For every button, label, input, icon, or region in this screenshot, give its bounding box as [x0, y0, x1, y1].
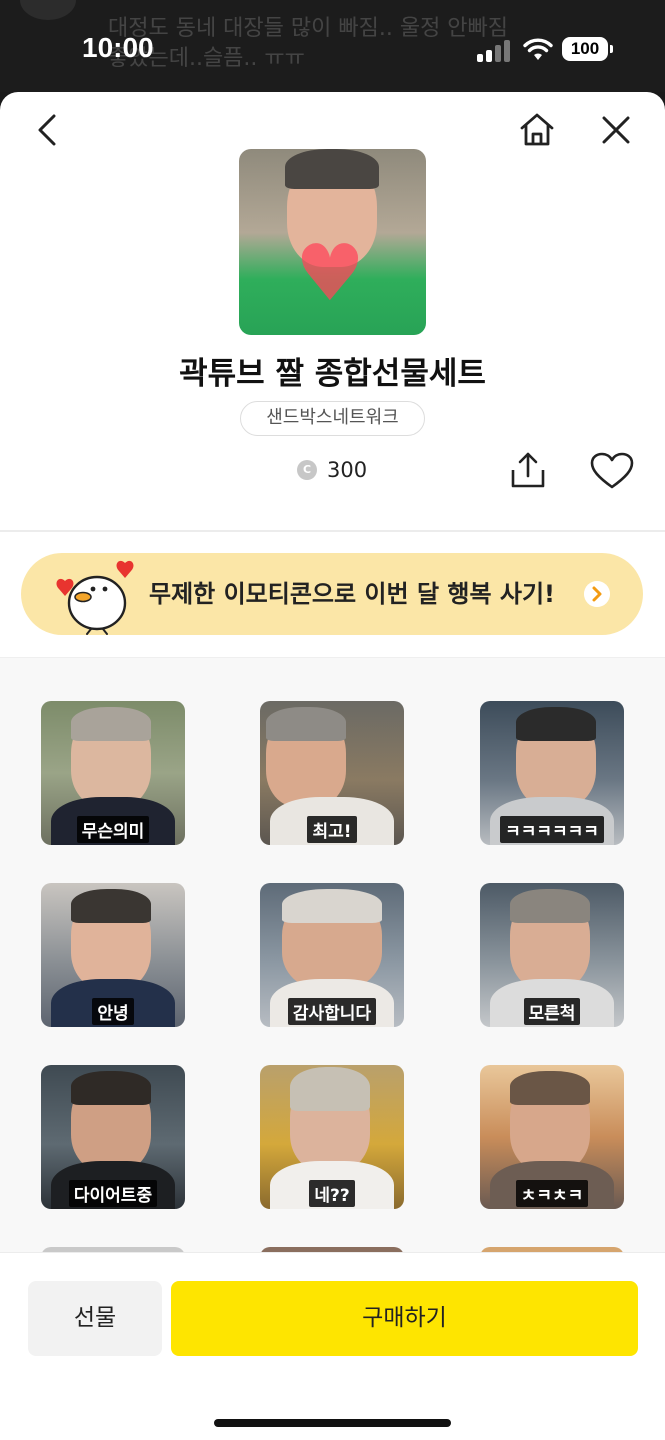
- promo-banner[interactable]: 무제한 이모티콘으로 이번 달 행복 사기!: [21, 553, 643, 635]
- home-icon[interactable]: [516, 110, 558, 150]
- emoticon-tile[interactable]: 최고!: [260, 701, 404, 845]
- section-divider: [0, 530, 665, 532]
- background-avatar: [20, 0, 76, 20]
- author-badge[interactable]: 샌드박스네트워크: [240, 401, 425, 436]
- close-icon[interactable]: [598, 112, 634, 148]
- emoticon-caption: 모른척: [523, 998, 581, 1025]
- heart-icon: ♥: [295, 229, 365, 319]
- like-heart-icon[interactable]: [590, 452, 634, 490]
- emoticon-tile[interactable]: 안녕: [41, 883, 185, 1027]
- emoticon-caption: 다이어트중: [68, 1180, 158, 1207]
- price: C 300: [297, 457, 367, 483]
- back-button[interactable]: [30, 110, 66, 150]
- emoticon-thumbnail: ♥: [239, 149, 426, 335]
- emoticon-tile[interactable]: 감사합니다: [260, 883, 404, 1027]
- wifi-icon: [523, 38, 553, 60]
- gift-button[interactable]: 선물: [28, 1281, 162, 1356]
- emoticon-caption: 네??: [309, 1180, 355, 1207]
- emoticon-caption: 최고!: [307, 816, 357, 843]
- status-time: 10:00: [82, 32, 154, 63]
- product-title: 곽튜브 짤 종합선물세트: [179, 356, 486, 392]
- coin-icon: C: [297, 460, 317, 480]
- emoticon-tile[interactable]: 네??: [260, 1065, 404, 1209]
- duck-mascot-icon: [56, 560, 134, 635]
- status-bar: 대정도 동네 대장들 많이 빠짐.. 울정 안빠짐 좋았는데..슬픔.. ㅠㅠ …: [0, 0, 665, 92]
- share-icon[interactable]: [509, 450, 547, 490]
- battery-indicator: 100: [562, 37, 613, 61]
- emoticon-tile[interactable]: 모른척: [480, 883, 624, 1027]
- emoticon-caption: 안녕: [92, 998, 134, 1025]
- emoticon-tile[interactable]: 다이어트중: [41, 1065, 185, 1209]
- promo-text: 무제한 이모티콘으로 이번 달 행복 사기!: [149, 580, 556, 608]
- emoticon-tile[interactable]: 무슨의미: [41, 701, 185, 845]
- emoticon-tile[interactable]: ㅊㅋㅊㅋ: [480, 1065, 624, 1209]
- emoticon-detail-sheet: ♥ 곽튜브 짤 종합선물세트 샌드박스네트워크 C 300 무제한 이모티콘으로…: [0, 92, 665, 1440]
- emoticon-grid: 무슨의미 최고! ㅋㅋㅋㅋㅋㅋ 안녕 감사합니다 모른척 다이어트중 네?? ㅊ…: [0, 657, 665, 1252]
- emoticon-tile[interactable]: ㅋㅋㅋㅋㅋㅋ: [480, 701, 624, 845]
- emoticon-caption: ㅊㅋㅊㅋ: [515, 1180, 589, 1207]
- emoticon-caption: ㅋㅋㅋㅋㅋㅋ: [500, 816, 604, 843]
- price-value: 300: [327, 458, 368, 482]
- cellular-signal-icon: [477, 38, 511, 62]
- chevron-right-icon: [584, 581, 610, 607]
- home-indicator: [214, 1419, 451, 1427]
- emoticon-caption: 감사합니다: [287, 998, 377, 1025]
- purchase-bar: 선물 구매하기: [0, 1252, 665, 1440]
- buy-button[interactable]: 구매하기: [171, 1281, 638, 1356]
- emoticon-caption: 무슨의미: [76, 816, 150, 843]
